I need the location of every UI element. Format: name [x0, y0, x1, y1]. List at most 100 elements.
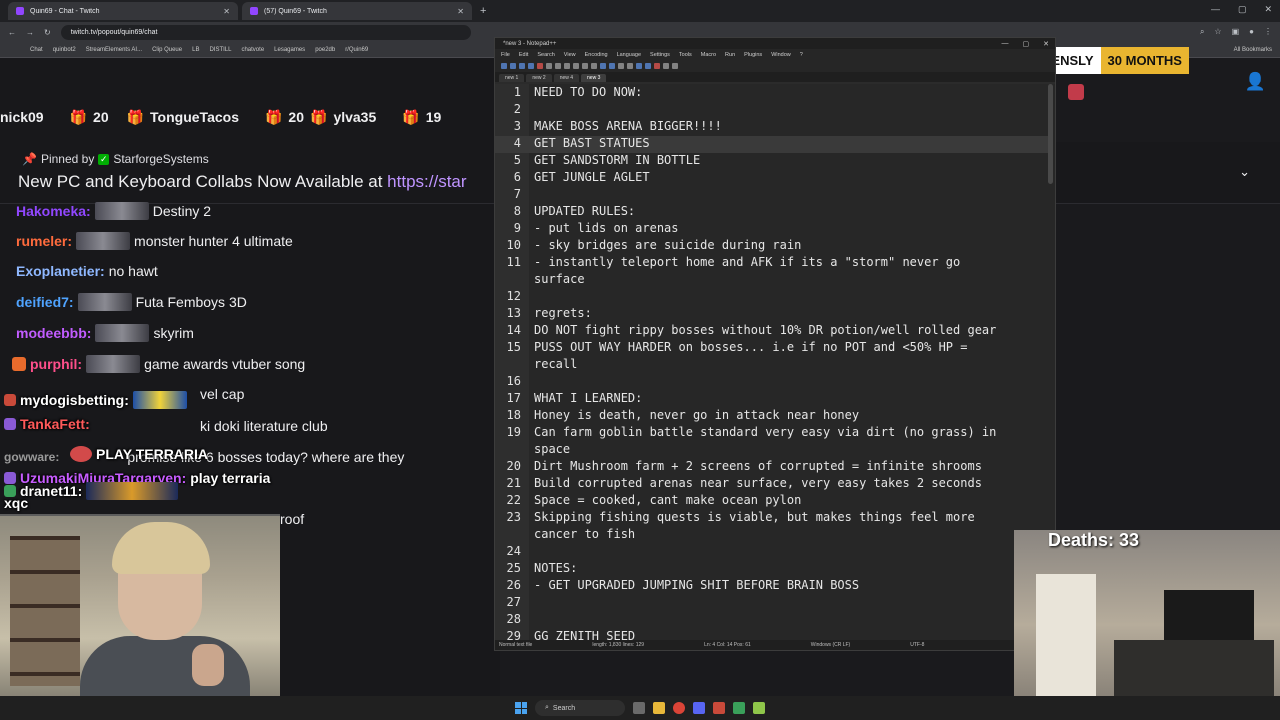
chat-username[interactable]: deified7: [16, 294, 74, 310]
editor-line[interactable]: 20 Dirt Mushroom farm + 2 screens of corr… [495, 459, 1051, 476]
bookmark-item[interactable]: StreamElements AI... [86, 47, 142, 53]
editor-line[interactable]: 16 [495, 374, 1051, 391]
find-icon[interactable] [600, 63, 606, 69]
editor-line[interactable]: 4 GET BAST STATUES [495, 136, 1051, 153]
editor-line[interactable]: space [495, 442, 1051, 459]
bookmark-item[interactable]: poe2db [315, 47, 335, 53]
task-view-icon[interactable] [633, 702, 645, 714]
bookmark-item[interactable]: Chat [30, 47, 43, 53]
menu-view[interactable]: View [564, 52, 576, 58]
extension-icon[interactable]: ▣ [1232, 27, 1240, 37]
menu-file[interactable]: File [501, 52, 510, 58]
chat-username[interactable]: Exoplanetier: [16, 263, 105, 279]
editor-line[interactable]: 18 Honey is death, never go in attack nea… [495, 408, 1051, 425]
star-icon[interactable]: ☆ [1214, 27, 1221, 37]
replace-icon[interactable] [609, 63, 615, 69]
discord-icon[interactable] [693, 702, 705, 714]
editor-line[interactable]: 15 PUSS OUT WAY HARDER on bosses... i.e i… [495, 340, 1051, 357]
editor-line[interactable]: 8 UPDATED RULES: [495, 204, 1051, 221]
menu-search[interactable]: Search [537, 52, 554, 58]
close-icon[interactable]: ✕ [223, 7, 230, 16]
notepad-plus-plus-icon[interactable] [753, 702, 765, 714]
editor-line[interactable]: surface [495, 272, 1051, 289]
zoom-out-icon[interactable] [627, 63, 633, 69]
text-editor[interactable]: 1 NEED TO DO NOW: 2 3 MAKE BOSS ARENA BIGGER… [495, 84, 1055, 642]
pinned-link[interactable]: https://star [387, 172, 466, 191]
record-macro-icon[interactable] [654, 63, 660, 69]
close-icon[interactable]: ✕ [457, 7, 464, 16]
stop-macro-icon[interactable] [663, 63, 669, 69]
save-icon[interactable] [519, 63, 525, 69]
chat-username[interactable]: rumeler: [16, 233, 72, 249]
menu-help[interactable]: ? [800, 52, 803, 58]
close-file-icon[interactable] [537, 63, 543, 69]
editor-line[interactable]: 10 - sky bridges are suicide during rain [495, 238, 1051, 255]
redo-icon[interactable] [591, 63, 597, 69]
bookmark-item[interactable]: chatvote [241, 47, 264, 53]
file-tab[interactable]: new 1 [499, 74, 525, 82]
editor-line[interactable]: 17 WHAT I LEARNED: [495, 391, 1051, 408]
menu-macro[interactable]: Macro [701, 52, 716, 58]
editor-line[interactable]: 27 [495, 595, 1051, 612]
file-tab-active[interactable]: new 3 [581, 74, 607, 82]
save-all-icon[interactable] [528, 63, 534, 69]
bookmark-item[interactable]: r/Quin69 [345, 47, 368, 53]
bookmark-item[interactable]: DISTILL [209, 47, 231, 53]
new-file-icon[interactable] [501, 63, 507, 69]
taskbar-search[interactable]: ⌕ Search [535, 700, 625, 716]
editor-line[interactable]: 24 [495, 544, 1051, 561]
editor-line[interactable]: 28 [495, 612, 1051, 629]
menu-window[interactable]: Window [771, 52, 791, 58]
pinned-by-user[interactable]: StarforgeSystems [113, 152, 208, 166]
editor-line[interactable]: 13 regrets: [495, 306, 1051, 323]
search-icon[interactable]: ⌕ [1200, 27, 1204, 37]
vertical-scrollbar[interactable] [1048, 84, 1053, 184]
open-file-icon[interactable] [510, 63, 516, 69]
editor-line[interactable]: recall [495, 357, 1051, 374]
editor-line[interactable]: 22 Space = cooked, cant make ocean pylon [495, 493, 1051, 510]
editor-line[interactable]: 23 Skipping fishing quests is viable, but… [495, 510, 1051, 527]
close-icon[interactable]: ✕ [1264, 4, 1272, 15]
maximize-icon[interactable]: ▢ [1023, 40, 1030, 48]
play-macro-icon[interactable] [672, 63, 678, 69]
copy-icon[interactable] [564, 63, 570, 69]
menu-settings[interactable]: Settings [650, 52, 670, 58]
reload-icon[interactable]: ↻ [44, 28, 51, 37]
editor-line[interactable]: 7 [495, 187, 1051, 204]
menu-edit[interactable]: Edit [519, 52, 528, 58]
wrap-icon[interactable] [636, 63, 642, 69]
file-tab[interactable]: new 4 [553, 74, 580, 82]
app-icon[interactable] [733, 702, 745, 714]
menu-language[interactable]: Language [617, 52, 641, 58]
editor-line[interactable]: 26 - GET UPGRADED JUMPING SHIT BEFORE BRA… [495, 578, 1051, 595]
windows-start-icon[interactable] [515, 702, 527, 714]
chat-username[interactable]: purphil: [30, 356, 82, 372]
minimize-icon[interactable]: — [1211, 4, 1220, 15]
browser-tab-stream[interactable]: (57) Quin69 - Twitch ✕ [242, 2, 472, 20]
paste-icon[interactable] [573, 63, 579, 69]
menu-plugins[interactable]: Plugins [744, 52, 762, 58]
cut-icon[interactable] [555, 63, 561, 69]
bookmark-item[interactable]: Clip Queue [152, 47, 182, 53]
editor-line[interactable]: 19 Can farm goblin battle standard very e… [495, 425, 1051, 442]
undo-icon[interactable] [582, 63, 588, 69]
editor-line[interactable]: 14 DO NOT fight rippy bosses without 10% … [495, 323, 1051, 340]
file-tab[interactable]: new 2 [526, 74, 552, 82]
editor-line[interactable]: 12 [495, 289, 1051, 306]
editor-line[interactable]: 21 Build corrupted arenas near surface, v… [495, 476, 1051, 493]
editor-line[interactable]: 5 GET SANDSTORM IN BOTTLE [495, 153, 1051, 170]
file-explorer-icon[interactable] [653, 702, 665, 714]
zoom-in-icon[interactable] [618, 63, 624, 69]
maximize-icon[interactable]: ▢ [1238, 4, 1247, 15]
print-icon[interactable] [546, 63, 552, 69]
app-icon[interactable] [713, 702, 725, 714]
editor-line[interactable]: 11 - instantly teleport home and AFK if i… [495, 255, 1051, 272]
editor-line[interactable]: 9 - put lids on arenas [495, 221, 1051, 238]
back-icon[interactable]: ← [8, 28, 16, 37]
editor-line[interactable]: 6 GET JUNGLE AGLET [495, 170, 1051, 187]
editor-line[interactable]: cancer to fish [495, 527, 1051, 544]
menu-icon[interactable]: ⋮ [1264, 27, 1272, 37]
menu-tools[interactable]: Tools [679, 52, 692, 58]
chat-username[interactable]: modeebbb: [16, 325, 91, 341]
chevron-down-icon[interactable]: ⌄ [1239, 164, 1250, 180]
